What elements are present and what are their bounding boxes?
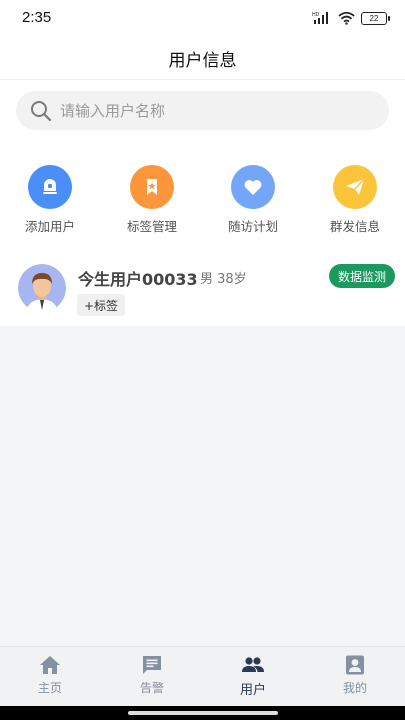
user-list-item[interactable]: 今生用户00033 男 38岁 数据监测 +标签 bbox=[0, 250, 405, 326]
add-user-icon bbox=[28, 165, 72, 209]
add-user-label: 添加用户 bbox=[24, 219, 75, 234]
profile-icon bbox=[346, 655, 364, 675]
broadcast-message-label: 群发信息 bbox=[329, 219, 380, 234]
status-time: 2:35 bbox=[22, 9, 52, 26]
nav-item-home[interactable]: 主页 bbox=[10, 655, 90, 696]
nav-label-users: 用户 bbox=[239, 683, 266, 698]
page-title: 用户信息 bbox=[168, 51, 237, 71]
user-name: 今生用户00033 bbox=[78, 270, 198, 289]
status-icons: HD 22 bbox=[312, 10, 390, 26]
search-bar[interactable] bbox=[16, 91, 389, 130]
home-icon bbox=[40, 656, 60, 674]
tag-manage-icon bbox=[130, 165, 174, 209]
add-user-button[interactable]: 添加用户 bbox=[10, 165, 90, 235]
users-icon bbox=[242, 657, 264, 672]
avatar bbox=[18, 264, 66, 312]
alert-message-icon bbox=[143, 656, 161, 674]
heart-icon bbox=[231, 165, 275, 209]
search-icon bbox=[31, 100, 52, 121]
add-tag-button[interactable]: +标签 bbox=[77, 294, 126, 316]
user-gender-age: 男 38岁 bbox=[200, 272, 247, 287]
bottom-nav: 主页 告警 用户 我的 bbox=[0, 646, 405, 706]
nav-label-alerts: 告警 bbox=[139, 681, 164, 695]
nav-item-alerts[interactable]: 告警 bbox=[112, 655, 192, 696]
tag-manage-label: 标签管理 bbox=[126, 219, 177, 234]
follow-up-plan-button[interactable]: 随访计划 bbox=[213, 165, 293, 235]
data-monitor-button[interactable]: 数据监测 bbox=[328, 264, 395, 288]
broadcast-message-button[interactable]: 群发信息 bbox=[315, 165, 395, 235]
nav-label-mine: 我的 bbox=[342, 681, 367, 695]
wifi-icon bbox=[338, 11, 355, 25]
nav-item-mine[interactable]: 我的 bbox=[315, 655, 395, 696]
battery-icon: 22 bbox=[361, 11, 390, 25]
status-bar: 2:35 HD 22 bbox=[0, 0, 405, 36]
quick-actions: 添加用户 标签管理 随访计划 群发信息 bbox=[0, 165, 405, 235]
header: 用户信息 bbox=[0, 38, 405, 80]
nav-item-users[interactable]: 用户 bbox=[213, 655, 293, 698]
signal-icon: HD bbox=[312, 12, 328, 24]
battery-level: 22 bbox=[369, 13, 379, 23]
nav-label-home: 主页 bbox=[37, 681, 62, 695]
follow-up-plan-label: 随访计划 bbox=[227, 219, 278, 234]
home-indicator[interactable] bbox=[128, 711, 278, 715]
system-navigation-bar bbox=[0, 706, 405, 720]
tag-manage-button[interactable]: 标签管理 bbox=[112, 165, 192, 235]
network-type-label: HD bbox=[312, 12, 320, 18]
send-icon bbox=[333, 165, 377, 209]
search-input[interactable] bbox=[60, 101, 360, 120]
